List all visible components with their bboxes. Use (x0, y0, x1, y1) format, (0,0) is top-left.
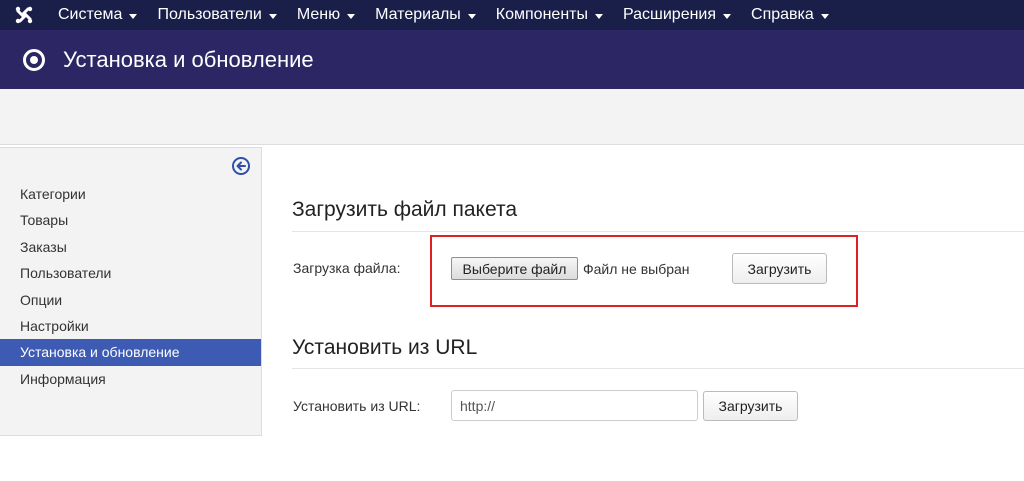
choose-file-button[interactable]: Выберите файл (451, 257, 578, 280)
nav-menus[interactable]: Меню (287, 0, 365, 30)
upload-url-button[interactable]: Загрузить (703, 391, 798, 421)
nav-users[interactable]: Пользователи (147, 0, 286, 30)
page-title: Установка и обновление (63, 46, 314, 72)
nav-components[interactable]: Компоненты (486, 0, 613, 30)
nav-extensions-label: Расширения (622, 6, 717, 23)
sidebar-item-orders[interactable]: Заказы (0, 234, 261, 260)
upload-field-label: Загрузка файла: (293, 260, 401, 276)
caret-down-icon (467, 13, 476, 19)
nav-system-label: Система (58, 6, 123, 23)
nav-system[interactable]: Система (48, 0, 147, 30)
section-divider (292, 368, 1024, 369)
sidebar-item-install-update[interactable]: Установка и обновление (0, 339, 261, 366)
joomla-logo-icon[interactable] (0, 0, 48, 30)
upload-section-title: Загрузить файл пакета (292, 198, 518, 221)
nav-content-label: Материалы (375, 6, 461, 23)
upload-file-button[interactable]: Загрузить (732, 253, 827, 284)
toolbar (0, 89, 1024, 145)
caret-down-icon (129, 13, 138, 19)
caret-down-icon (723, 13, 732, 19)
url-field-label: Установить из URL: (293, 398, 421, 414)
sidebar-item-categories[interactable]: Категории (0, 181, 261, 207)
sidebar: Категории Товары Заказы Пользователи Опц… (0, 147, 262, 436)
target-icon (23, 48, 45, 71)
nav-help-label: Справка (751, 6, 814, 23)
caret-down-icon (347, 13, 356, 19)
file-status-text: Файл не выбран (583, 261, 690, 277)
nav-content[interactable]: Материалы (365, 0, 486, 30)
sidebar-item-options[interactable]: Опции (0, 287, 261, 313)
caret-down-icon (268, 13, 277, 19)
sidebar-item-users[interactable]: Пользователи (0, 260, 261, 286)
sidebar-list: Категории Товары Заказы Пользователи Опц… (0, 181, 261, 392)
caret-down-icon (594, 13, 603, 19)
nav-help[interactable]: Справка (741, 0, 839, 30)
nav-extensions[interactable]: Расширения (613, 0, 741, 30)
nav-menus-label: Меню (296, 6, 341, 23)
nav-components-label: Компоненты (495, 6, 588, 23)
sidebar-item-info[interactable]: Информация (0, 366, 261, 392)
sidebar-item-settings[interactable]: Настройки (0, 313, 261, 339)
page-header: Установка и обновление (0, 30, 1024, 89)
section-divider (292, 231, 1024, 232)
url-input[interactable] (451, 390, 698, 421)
nav-users-label: Пользователи (157, 6, 262, 23)
caret-down-icon (820, 13, 829, 19)
sidebar-item-products[interactable]: Товары (0, 207, 261, 233)
url-section-title: Установить из URL (292, 336, 478, 359)
arrow-left-circle-icon[interactable] (231, 156, 251, 176)
top-navbar: Система Пользователи Меню Материалы Комп… (0, 0, 1024, 30)
